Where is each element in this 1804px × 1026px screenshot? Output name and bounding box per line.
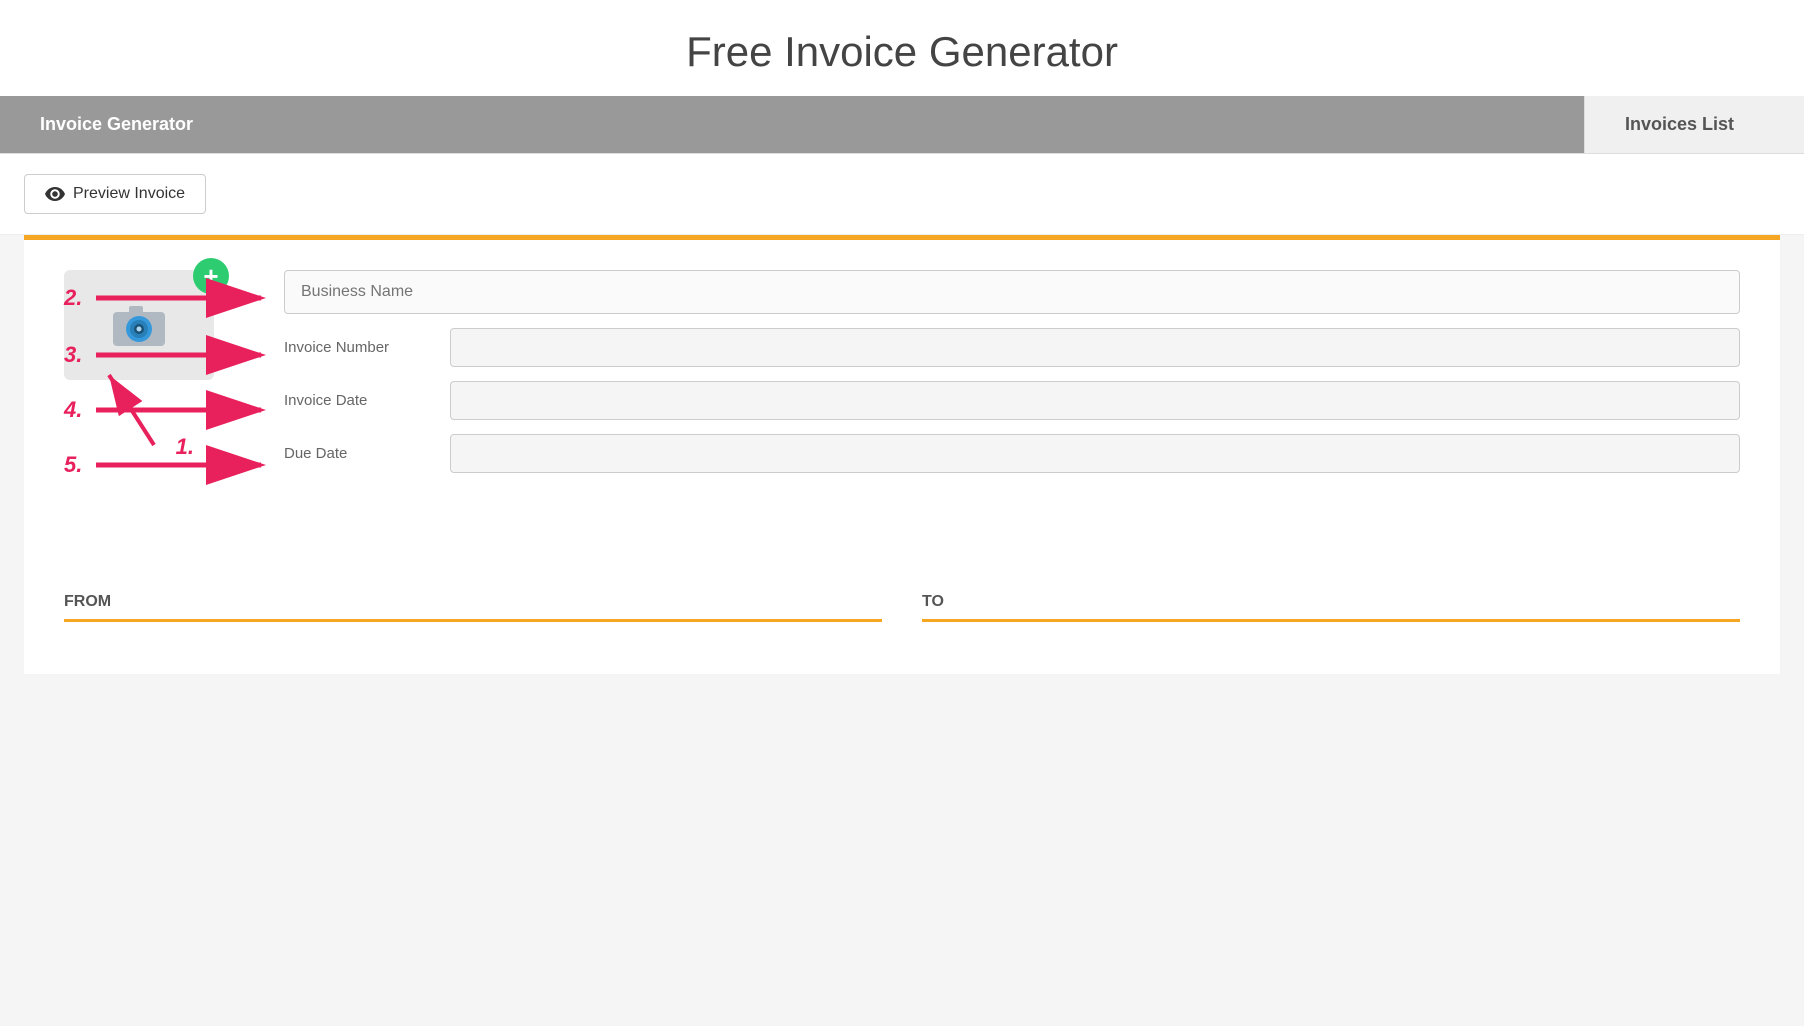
due-date-input[interactable]	[450, 434, 1740, 473]
due-date-row: Due Date	[284, 434, 1740, 473]
page-title: Free Invoice Generator	[0, 0, 1804, 96]
to-heading: TO	[922, 593, 1740, 622]
form-fields: 2. 3.	[284, 270, 1740, 473]
invoice-number-label: Invoice Number	[284, 339, 434, 356]
invoice-date-row: Invoice Date	[284, 381, 1740, 420]
plus-icon: +	[203, 263, 218, 289]
tabs-bar: Invoice Generator Invoices List	[0, 96, 1804, 154]
invoice-date-input[interactable]	[450, 381, 1740, 420]
invoice-number-row: Invoice Number	[284, 328, 1740, 367]
section-from: FROM	[64, 593, 882, 634]
invoice-date-label: Invoice Date	[284, 392, 434, 409]
annotation-4-label: 4.	[64, 397, 82, 423]
add-logo-badge[interactable]: +	[193, 258, 229, 294]
camera-icon	[109, 300, 169, 350]
arrow-4-svg	[86, 390, 276, 430]
main-card: + 1.	[24, 235, 1780, 674]
tab-invoice-generator[interactable]: Invoice Generator	[0, 96, 1584, 153]
section-to: TO	[922, 593, 1740, 634]
business-name-row	[284, 270, 1740, 314]
preview-invoice-label: Preview Invoice	[73, 185, 185, 203]
invoice-number-input[interactable]	[450, 328, 1740, 367]
from-heading: FROM	[64, 593, 882, 622]
due-date-label: Due Date	[284, 445, 434, 462]
annotation-5-label: 5.	[64, 452, 82, 478]
annotation-1-label: 1.	[176, 434, 194, 459]
logo-upload-area: + 1.	[64, 270, 224, 380]
business-name-input[interactable]	[284, 270, 1740, 314]
toolbar: Preview Invoice	[0, 154, 1804, 235]
preview-invoice-button[interactable]: Preview Invoice	[24, 174, 206, 214]
card-top-row: + 1.	[64, 270, 1740, 503]
arrow-5-svg	[86, 445, 276, 485]
eye-icon	[45, 187, 65, 201]
bottom-sections: FROM TO	[64, 563, 1740, 634]
tab-invoices-list[interactable]: Invoices List	[1584, 96, 1804, 153]
logo-upload-box[interactable]	[64, 270, 214, 380]
